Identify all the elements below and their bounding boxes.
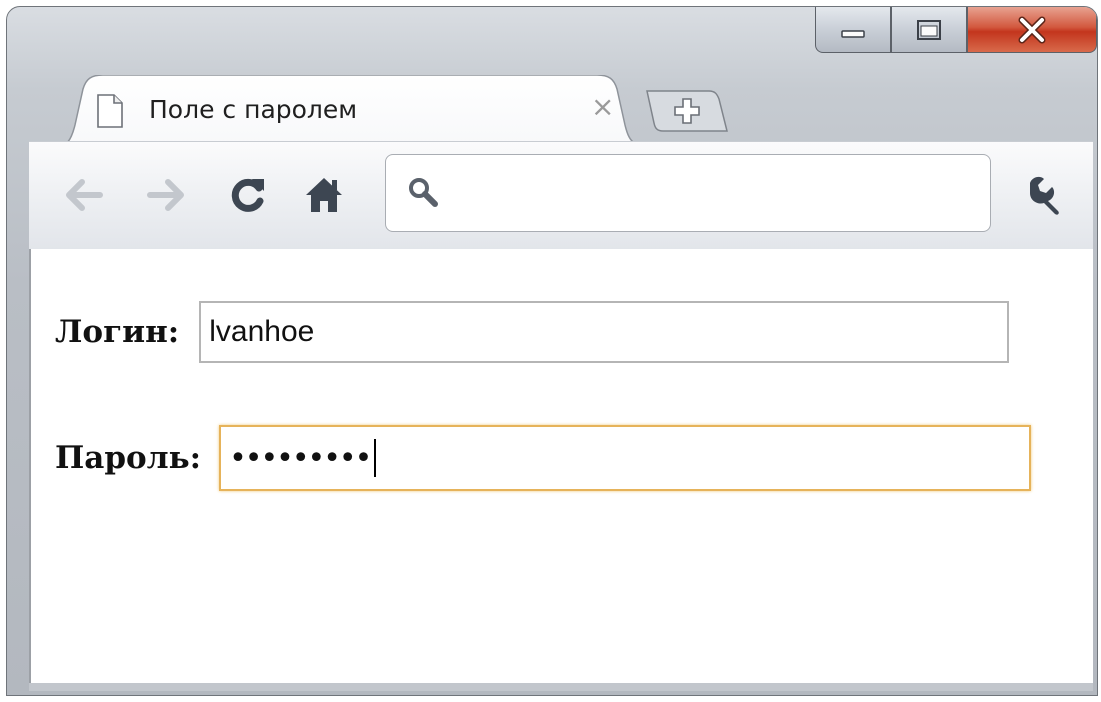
page-content: Логин: lvanhoe Пароль: ••••••••• xyxy=(29,249,1093,683)
address-bar[interactable] xyxy=(385,154,991,232)
arrow-right-icon xyxy=(147,179,184,211)
password-value: ••••••••• xyxy=(229,440,372,476)
login-label: Логин: xyxy=(55,314,180,350)
new-tab-button[interactable] xyxy=(643,85,729,137)
reload-button[interactable] xyxy=(223,170,273,220)
search-icon xyxy=(406,175,440,213)
password-input[interactable]: ••••••••• xyxy=(219,425,1032,491)
window-controls xyxy=(815,7,1097,53)
reload-icon xyxy=(231,178,264,212)
login-row: Логин: lvanhoe xyxy=(55,301,1010,363)
back-button[interactable] xyxy=(59,170,109,220)
login-input[interactable]: lvanhoe xyxy=(199,301,1010,363)
arrow-left-icon xyxy=(66,179,103,211)
login-value: lvanhoe xyxy=(209,315,315,348)
home-icon xyxy=(306,178,342,212)
tab-title: Поле с паролем xyxy=(149,95,358,124)
home-button[interactable] xyxy=(299,170,349,220)
browser-window: Поле с паролем × Логин: lvanhoe Пароль: … xyxy=(6,6,1098,696)
close-window-button[interactable] xyxy=(967,7,1097,53)
tab-close-icon[interactable]: × xyxy=(591,93,614,121)
maximize-button[interactable] xyxy=(891,7,967,53)
minimize-button[interactable] xyxy=(815,7,891,53)
text-caret xyxy=(374,439,377,477)
wrench-icon xyxy=(1030,176,1059,215)
tab-active[interactable]: Поле с паролем × xyxy=(53,75,653,147)
minimize-icon xyxy=(841,29,865,38)
maximize-icon xyxy=(917,19,941,40)
toolbar xyxy=(29,141,1093,251)
password-label: Пароль: xyxy=(55,440,202,476)
settings-button[interactable] xyxy=(1019,170,1069,220)
window-bottom-border xyxy=(29,683,1093,691)
password-row: Пароль: ••••••••• xyxy=(55,425,1032,491)
document-icon xyxy=(95,93,125,133)
forward-button[interactable] xyxy=(141,170,191,220)
close-icon xyxy=(1018,16,1046,43)
